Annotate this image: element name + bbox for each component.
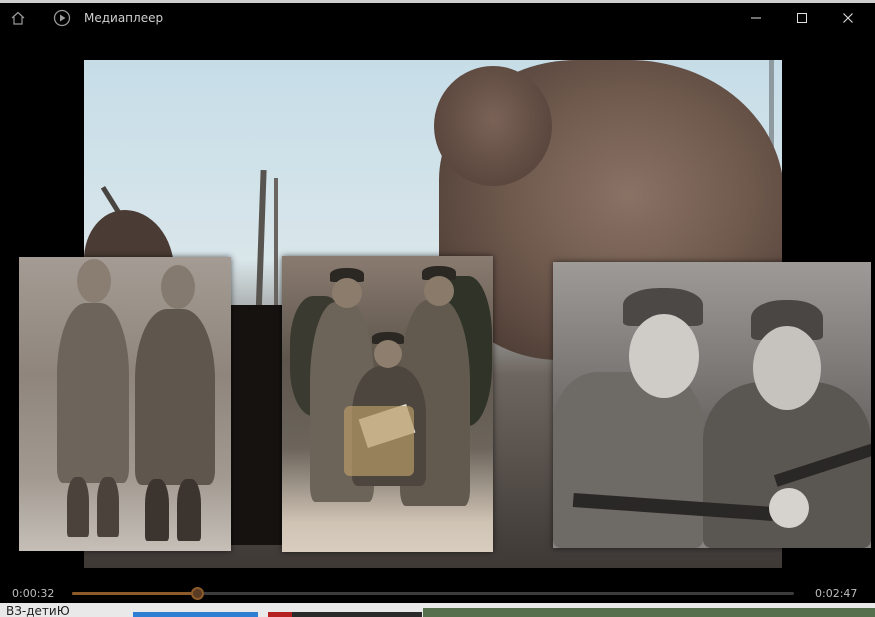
close-button[interactable]: [825, 3, 871, 33]
background-dark-strip: [292, 612, 422, 617]
minimize-button[interactable]: [733, 3, 779, 33]
background-blue-strip: [133, 612, 258, 617]
playback-controls: 0:00:32 0:02:47: [0, 573, 875, 603]
desktop-background-bottom: ВЗ-детиЮ: [0, 603, 875, 617]
current-time: 0:00:32: [12, 587, 55, 600]
home-icon[interactable]: [8, 8, 28, 28]
mast: [274, 178, 278, 318]
total-time: 0:02:47: [815, 587, 858, 600]
background-green-strip: [423, 608, 875, 617]
app-title: Медиаплеер: [84, 11, 164, 25]
photo-two-soldiers-standing: [19, 257, 231, 551]
media-player-window: Медиаплеер 0:00:32 0:02:47: [0, 3, 875, 603]
title-bar[interactable]: Медиаплеер: [0, 3, 875, 33]
photo-soldiers-with-guns: [553, 262, 871, 548]
mast: [255, 169, 267, 321]
monkey-head: [434, 66, 552, 186]
background-text: ВЗ-детиЮ: [6, 604, 70, 617]
photo-three-soldiers-garden: [282, 256, 493, 552]
video-area[interactable]: [0, 33, 875, 568]
close-icon: [843, 13, 853, 23]
shadow-shape: [229, 305, 289, 545]
seek-progress: [72, 592, 197, 595]
minimize-icon: [751, 17, 761, 19]
maximize-icon: [797, 13, 807, 23]
seek-thumb[interactable]: [190, 587, 204, 600]
play-circle-icon: [52, 8, 72, 28]
background-red-strip: [268, 612, 292, 617]
seek-bar[interactable]: [72, 587, 794, 600]
maximize-button[interactable]: [779, 3, 825, 33]
